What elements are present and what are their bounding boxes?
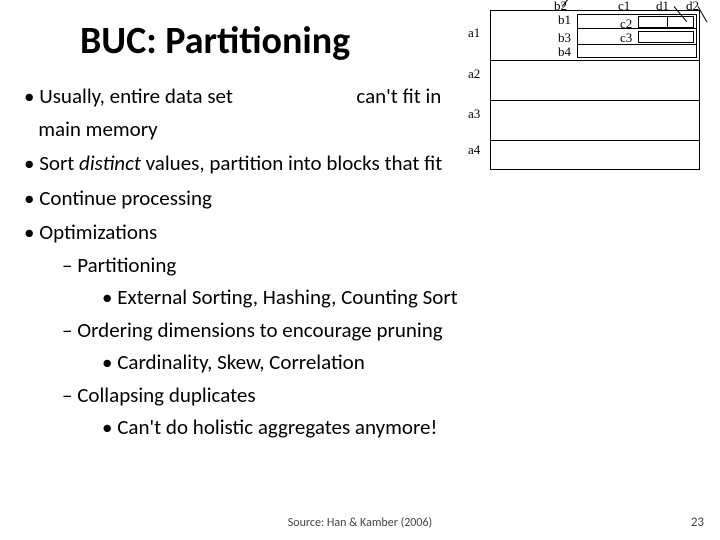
partition-diagram: a1 a2 a3 a4 b1 b2 b3 b4 c1 c2 c3 d1 d2 xyxy=(446,0,714,180)
bullet-4-label: Optimizations xyxy=(39,219,157,245)
bullet-4: Optimizations Partitioning External Sort… xyxy=(24,216,696,444)
label-c1: c1 xyxy=(618,0,630,14)
bullet-4c-label: Collapsing duplicates xyxy=(77,382,255,408)
bullet-3: Continue processing xyxy=(24,182,696,215)
bullet-4a1: External Sorting, Hashing, Counting Sort xyxy=(102,281,696,314)
slide-title: BUC: Partitioning xyxy=(80,18,350,64)
source-citation: Source: Han & Kamber (2006) xyxy=(0,516,720,530)
bullet-1-line2: main memory xyxy=(38,116,157,142)
label-b4: b4 xyxy=(558,44,571,60)
label-a1: a1 xyxy=(468,25,480,41)
page-number: 23 xyxy=(691,515,704,530)
bullet-4c1: Can't do holistic aggregates anymore! xyxy=(102,411,696,444)
label-a3: a3 xyxy=(468,106,480,122)
bullet-2-post: values, partition into blocks that fit xyxy=(141,150,442,176)
label-b1: b1 xyxy=(558,12,571,28)
bullet-4a-label: Partitioning xyxy=(77,252,176,278)
bullet-4b1: Cardinality, Skew, Correlation xyxy=(102,346,696,379)
bullet-4b-label: Ordering dimensions to encourage pruning xyxy=(77,317,442,343)
label-c3: c3 xyxy=(620,30,632,46)
bullet-2-pre: Sort xyxy=(39,150,79,176)
label-a2: a2 xyxy=(468,66,480,82)
bullet-4a: Partitioning External Sorting, Hashing, … xyxy=(62,249,696,314)
bullet-4c: Collapsing duplicates Can't do holistic … xyxy=(62,379,696,444)
bullet-2-em: distinct xyxy=(79,150,141,176)
bullet-1-line1: Usually, entire data set can't fit in xyxy=(39,83,441,109)
bullet-4b: Ordering dimensions to encourage pruning… xyxy=(62,314,696,379)
label-d1: d1 xyxy=(656,0,669,14)
label-a4: a4 xyxy=(468,142,480,158)
